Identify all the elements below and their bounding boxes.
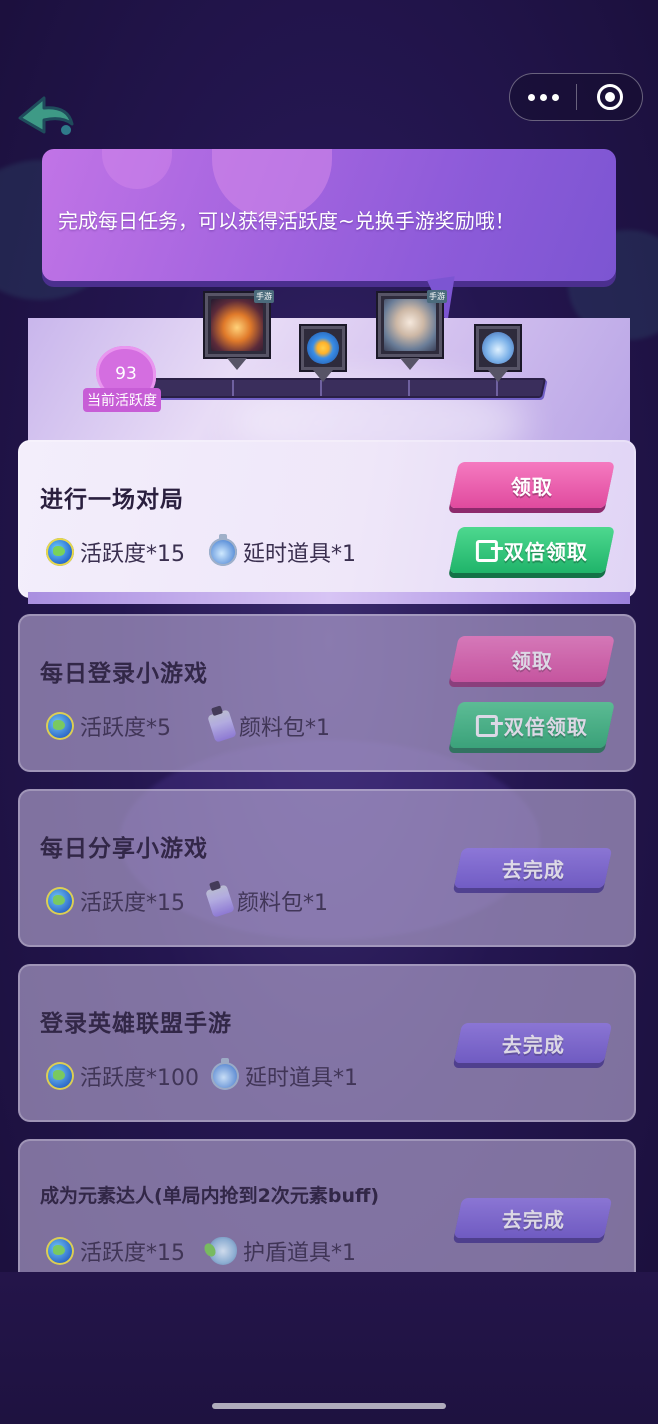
task-title: 登录英雄联盟手游 — [40, 1011, 232, 1037]
reward-3[interactable]: 手游 — [378, 290, 447, 357]
target-close-icon[interactable] — [577, 74, 642, 120]
share-exit-icon — [476, 714, 498, 736]
reward-text: 颜料包*1 — [237, 891, 328, 916]
activity-progress-track — [147, 378, 547, 398]
reward-pin — [488, 370, 508, 382]
time-prop-icon — [211, 1058, 239, 1090]
reward-tag: 手游 — [254, 290, 274, 303]
banner-text: 完成每日任务，可以获得活跃度~兑换手游奖励哦！ — [58, 209, 515, 233]
double-claim-label: 双倍领取 — [504, 539, 588, 564]
task-title: 进行一场对局 — [40, 487, 184, 513]
reward-text: 活跃度*15 — [80, 1241, 185, 1266]
reward-text: 活跃度*5 — [80, 716, 171, 741]
reward-text: 护盾道具*1 — [243, 1241, 356, 1266]
reward-text: 颜料包*1 — [239, 716, 330, 741]
reward-1[interactable]: 手游 — [205, 290, 274, 357]
activity-globe-icon — [46, 1237, 74, 1265]
reward-text: 活跃度*100 — [80, 1066, 199, 1091]
reward-text: 活跃度*15 — [80, 542, 185, 567]
reward-text: 延时道具*1 — [245, 1066, 358, 1091]
reward-4[interactable] — [476, 326, 520, 370]
double-claim-label: 双倍领取 — [504, 714, 588, 739]
go-complete-label: 去完成 — [501, 857, 565, 882]
reward-tag: 手游 — [427, 290, 447, 303]
activity-globe-icon — [46, 538, 74, 566]
go-complete-label: 去完成 — [501, 1032, 565, 1057]
task-rewards: 活跃度*15 延时道具*1 — [46, 534, 380, 568]
more-dots-icon[interactable] — [510, 74, 576, 120]
claim-button[interactable]: 领取 — [449, 636, 615, 682]
bottom-background — [0, 1272, 658, 1424]
shield-prop-icon — [209, 1237, 237, 1265]
claim-label: 领取 — [511, 474, 553, 499]
go-complete-button[interactable]: 去完成 — [453, 1023, 613, 1063]
time-prop-icon — [209, 534, 237, 566]
task-title: 每日分享小游戏 — [40, 836, 208, 862]
mini-program-capsule — [509, 73, 643, 121]
tip-banner: 完成每日任务，可以获得活跃度~兑换手游奖励哦！ — [42, 149, 616, 281]
progress-tick — [496, 380, 498, 396]
activity-globe-icon — [46, 1062, 74, 1090]
progress-tick — [408, 380, 410, 396]
claim-button[interactable]: 领取 — [449, 462, 615, 508]
paint-pack-icon — [205, 884, 235, 918]
go-complete-button[interactable]: 去完成 — [453, 848, 613, 888]
double-claim-button[interactable]: 双倍领取 — [449, 702, 615, 748]
task-title: 每日登录小游戏 — [40, 661, 208, 687]
share-exit-icon — [476, 539, 498, 561]
reward-pin — [400, 358, 420, 370]
double-claim-button[interactable]: 双倍领取 — [449, 527, 615, 573]
reward-text: 活跃度*15 — [80, 891, 185, 916]
paint-pack-icon — [207, 709, 237, 743]
card-band — [28, 592, 630, 604]
task-rewards: 活跃度*100 延时道具*1 — [46, 1058, 382, 1092]
reward-pin — [227, 358, 247, 370]
reward-pin — [313, 370, 333, 382]
task-title: 成为元素达人(单局内抢到2次元素buff) — [40, 1185, 380, 1207]
current-activity-value: 93 — [115, 364, 137, 384]
task-rewards: 活跃度*5 颜料包*1 — [46, 709, 354, 743]
activity-globe-icon — [46, 887, 74, 915]
reward-text: 延时道具*1 — [243, 542, 356, 567]
progress-tick — [232, 380, 234, 396]
task-rewards: 活跃度*15 颜料包*1 — [46, 884, 352, 918]
go-complete-label: 去完成 — [501, 1207, 565, 1232]
current-activity-label: 当前活跃度 — [83, 388, 161, 412]
activity-globe-icon — [46, 712, 74, 740]
task-rewards: 活跃度*15 护盾道具*1 — [46, 1235, 380, 1267]
progress-tick — [320, 380, 322, 396]
claim-label: 领取 — [511, 648, 553, 673]
go-complete-button[interactable]: 去完成 — [453, 1198, 613, 1238]
reward-2[interactable] — [301, 326, 345, 370]
home-indicator[interactable] — [212, 1403, 446, 1409]
back-arrow-icon[interactable] — [16, 94, 76, 142]
